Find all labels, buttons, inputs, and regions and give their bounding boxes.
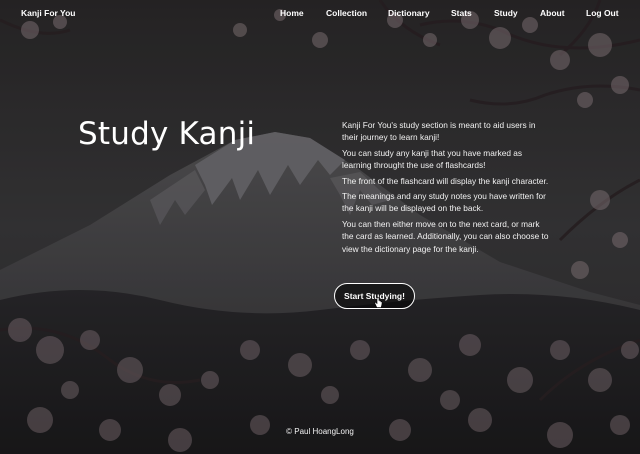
description-paragraph: The front of the flashcard will display … <box>342 175 549 186</box>
description-paragraph: Kanji For You's study section is meant t… <box>342 120 536 143</box>
nav-link-about[interactable]: About <box>540 8 565 18</box>
description-paragraph: You can study any kanji that you have ma… <box>342 147 523 171</box>
page-title: Study Kanji <box>78 116 256 152</box>
nav-link-dictionary[interactable]: Dictionary <box>388 8 430 18</box>
description-paragraph: You can then either move on to the next … <box>342 218 549 254</box>
hand-pointer-icon <box>374 296 383 314</box>
brand-logo-link[interactable]: Kanji For You <box>21 8 75 18</box>
copyright-text: © Paul HoangLong <box>286 427 354 436</box>
page-footer: © Paul HoangLong <box>0 427 640 436</box>
nav-link-study[interactable]: Study <box>494 8 518 18</box>
nav-link-collection[interactable]: Collection <box>326 8 367 18</box>
nav-link-stats[interactable]: Stats <box>451 8 472 18</box>
nav-link-home[interactable]: Home <box>280 8 304 18</box>
description-paragraph: The meanings and any study notes you hav… <box>342 191 546 214</box>
top-navbar: Kanji For You Home Collection Dictionary… <box>0 0 640 28</box>
nav-link-logout[interactable]: Log Out <box>586 8 619 18</box>
study-description: Kanji For You's study section is meant t… <box>342 119 552 258</box>
